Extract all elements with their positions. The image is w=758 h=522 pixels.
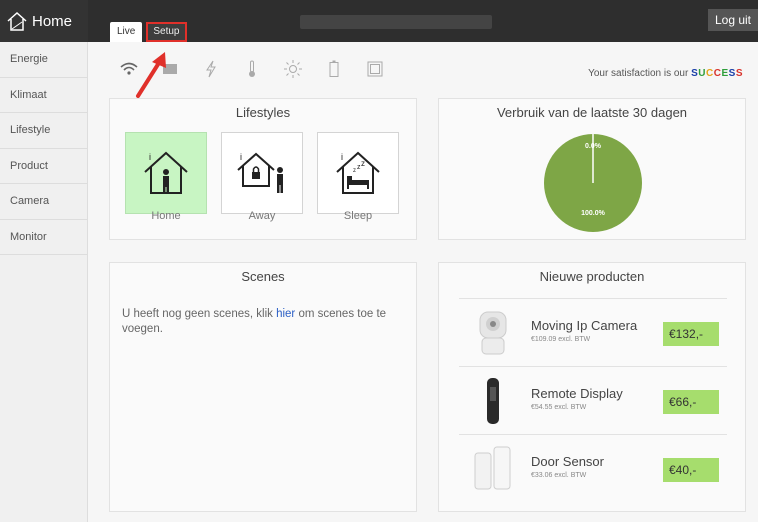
product-price-badge[interactable]: €66,-	[663, 390, 719, 414]
verbruik-title: Verbruik van de laatste 30 dagen	[496, 105, 688, 120]
scenes-title: Scenes	[241, 269, 285, 284]
product-price-excl: €54.55 excl. BTW	[531, 404, 587, 411]
blurred-address-bar	[300, 15, 492, 29]
scenes-empty-message: U heeft nog geen scenes, klik hier om sc…	[122, 307, 407, 337]
svg-text:i: i	[149, 152, 151, 162]
product-price-badge[interactable]: €132,-	[663, 322, 719, 346]
product-name: Door Sensor	[531, 454, 604, 469]
lifestyle-label-sleep: Sleep	[343, 210, 373, 222]
new-products-panel: Nieuwe producten Moving Ip Camera €109.0…	[438, 262, 746, 512]
sidebar-item-klimaat[interactable]: Klimaat	[0, 78, 87, 113]
product-item[interactable]: Remote Display €54.55 excl. BTW €66,-	[459, 366, 727, 434]
house-logo-icon	[7, 11, 27, 31]
verbruik-panel: Verbruik van de laatste 30 dagen 0.0% 10…	[438, 98, 746, 240]
sensor-product-icon	[471, 443, 515, 495]
logout-button[interactable]: Log uit	[707, 9, 758, 31]
sidebar-item-monitor[interactable]: Monitor	[0, 220, 87, 255]
sidebar-item-camera[interactable]: Camera	[0, 184, 87, 220]
power-icon[interactable]	[202, 60, 220, 78]
scenes-text-before: U heeft nog geen scenes, klik	[122, 308, 277, 320]
success-letter: S	[735, 68, 743, 79]
display-icon[interactable]	[366, 60, 384, 78]
sun-icon[interactable]	[284, 60, 302, 78]
lifestyles-panel: Lifestyles i Home i Away i z z z Sleep	[109, 98, 417, 240]
svg-text:i: i	[240, 152, 242, 162]
product-name: Moving Ip Camera	[531, 318, 638, 333]
success-letter: C	[706, 68, 714, 79]
thermometer-icon[interactable]	[243, 60, 261, 78]
usage-pie-chart: 0.0% 100.0%	[543, 133, 643, 238]
lifestyle-card-away[interactable]: i Away	[221, 132, 303, 226]
scenes-panel: Scenes U heeft nog geen scenes, klik hie…	[109, 262, 417, 512]
lifestyle-card-home[interactable]: i Home	[125, 132, 207, 226]
lifestyle-box-sleep[interactable]: i z z z	[317, 132, 399, 214]
product-item[interactable]: Door Sensor €33.06 excl. BTW €40,-	[459, 434, 727, 502]
product-name: Remote Display	[531, 386, 623, 401]
house-lock-person-icon: i	[237, 152, 283, 193]
svg-text:z: z	[353, 168, 356, 174]
remote-product-icon	[471, 375, 515, 427]
product-price-excl: €33.06 excl. BTW	[531, 472, 587, 479]
sidebar-item-energie[interactable]: Energie	[0, 42, 87, 78]
lifestyle-label-away: Away	[248, 210, 276, 222]
camera-product-icon	[471, 307, 515, 359]
sidebar-item-lifestyle[interactable]: Lifestyle	[0, 113, 87, 149]
house-bed-icon: i z z z	[336, 151, 380, 194]
lifestyle-label-home: Home	[151, 210, 181, 222]
top-bar: Home Live Setup Log uit	[0, 0, 758, 42]
battery-icon[interactable]	[325, 60, 343, 78]
slogan-prefix: Your satisfaction is our	[588, 68, 692, 79]
product-price-excl: €109.09 excl. BTW	[531, 336, 591, 343]
home-brand[interactable]: Home	[0, 0, 88, 42]
scenes-add-link[interactable]: hier	[276, 308, 295, 320]
svg-text:z: z	[361, 159, 365, 168]
lifestyle-card-sleep[interactable]: i z z z Sleep	[317, 132, 399, 226]
sidebar: Energie Klimaat Lifestyle Product Camera…	[0, 42, 88, 522]
new-products-title: Nieuwe producten	[539, 269, 645, 284]
lifestyle-box-away[interactable]: i	[221, 132, 303, 214]
success-letter: S	[728, 68, 736, 79]
product-item[interactable]: Moving Ip Camera €109.09 excl. BTW €132,…	[459, 298, 727, 366]
slogan-success-word: SUCCESS	[691, 68, 743, 79]
red-arrow-annotation	[136, 52, 166, 98]
tab-live[interactable]: Live	[110, 22, 143, 42]
tab-setup[interactable]: Setup	[146, 22, 187, 42]
pie-label-zero: 0.0%	[585, 143, 602, 150]
lifestyle-cards: i Home i Away i z z z Sleep	[125, 132, 399, 226]
lifestyles-title: Lifestyles	[235, 105, 291, 120]
pie-label-hundred: 100.0%	[581, 210, 606, 217]
svg-text:i: i	[341, 152, 343, 162]
brand-label: Home	[32, 12, 73, 30]
main-content: Your satisfaction is our SUCCESS Lifesty…	[88, 42, 758, 522]
product-price-badge[interactable]: €40,-	[663, 458, 719, 482]
app: Home Live Setup Log uit Energie Klimaat …	[0, 0, 758, 522]
satisfaction-slogan: Your satisfaction is our SUCCESS	[588, 68, 743, 79]
top-tabs: Live Setup	[110, 22, 191, 42]
success-letter: U	[698, 68, 707, 79]
house-person-icon: i	[144, 151, 188, 194]
sidebar-item-product[interactable]: Product	[0, 149, 87, 184]
success-letter: E	[721, 68, 729, 79]
product-list: Moving Ip Camera €109.09 excl. BTW €132,…	[459, 298, 727, 502]
lifestyle-box-home[interactable]: i	[125, 132, 207, 214]
